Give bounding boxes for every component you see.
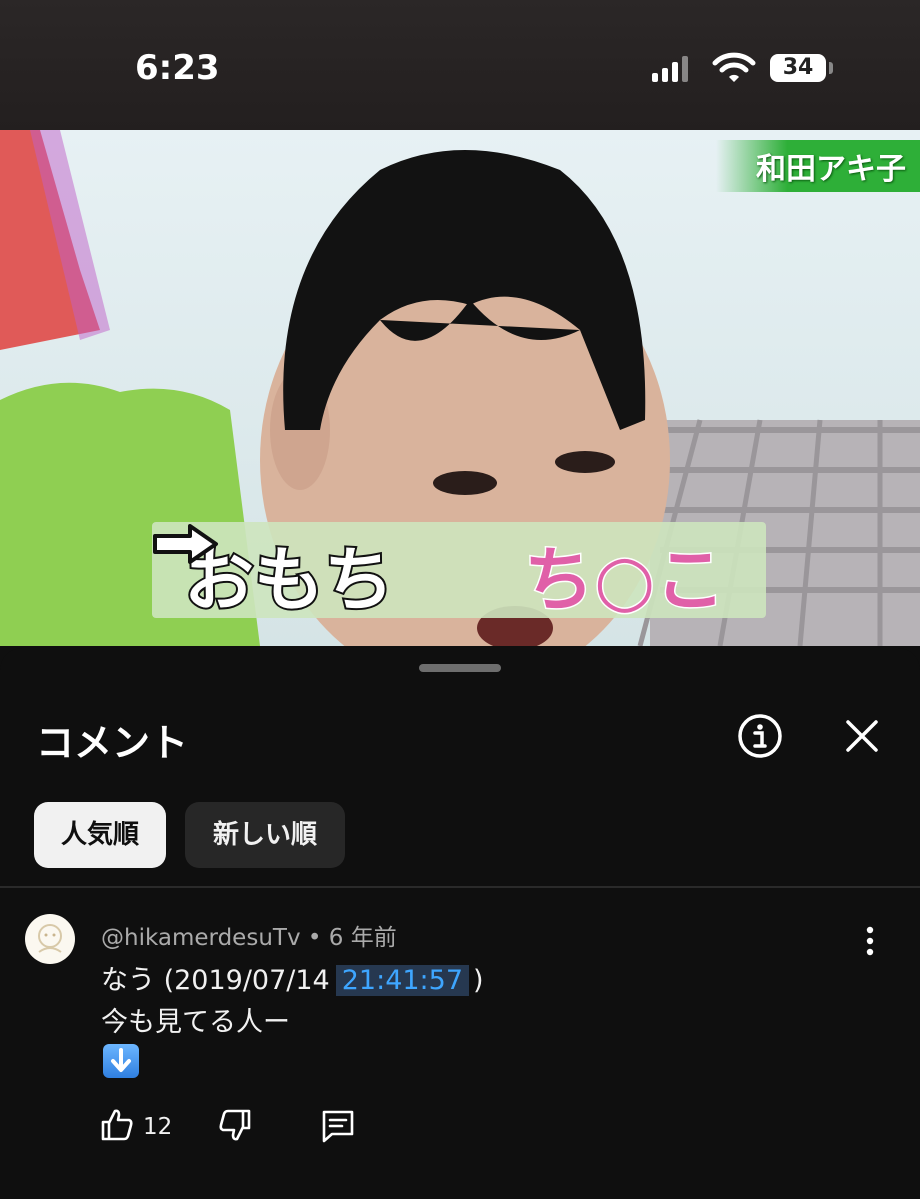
comment-age: 6 年前 [328,925,397,951]
comments-sheet: コメント 人気順 新しい順 @hikamerdesuTv • 6 年前 なう (… [0,648,920,1199]
divider [0,886,920,888]
name-tag: 和田アキ子 [716,140,920,192]
like-count: 12 [143,1114,173,1140]
more-vert-icon[interactable] [858,924,882,958]
meta-separator: • [307,925,329,951]
battery-cap [829,62,833,74]
comments-title: コメント [36,721,189,765]
video-player[interactable]: 和田アキ子 おもち ち○こ [0,130,920,646]
battery-icon: 34 [770,54,826,82]
avatar[interactable] [25,914,75,964]
thumbs-down-icon[interactable] [218,1108,252,1142]
cellular-signal-icon [652,56,692,82]
wifi-icon [712,52,756,82]
status-bar: 6:23 34 [0,0,920,130]
caption-right-text: ち○こ [522,538,726,623]
video-caption: おもち ち○こ [152,522,766,623]
arrow-right-icon [153,524,218,564]
info-icon[interactable] [736,712,784,760]
comment-text-line1: なう (2019/07/14 21:41:57) [101,958,484,997]
close-icon[interactable] [840,714,884,758]
comment-text-suffix: ) [473,965,484,996]
comment-text-prefix: なう (2019/07/14 [101,965,330,996]
reply-icon[interactable] [320,1108,356,1144]
comment-author[interactable]: @hikamerdesuTv [101,925,301,951]
timestamp-link[interactable]: 21:41:57 [335,965,470,996]
comment-text-line2: 今も見てる人ー [101,1007,290,1038]
sort-chip-popular[interactable]: 人気順 [34,802,166,868]
comment-meta: @hikamerdesuTv • 6 年前 [101,918,397,952]
down-arrow-emoji [103,1044,139,1078]
thumbs-up-icon[interactable] [100,1108,134,1142]
clock: 6:23 [135,48,220,88]
sort-chip-newest[interactable]: 新しい順 [185,802,345,868]
drag-handle[interactable] [419,664,501,672]
